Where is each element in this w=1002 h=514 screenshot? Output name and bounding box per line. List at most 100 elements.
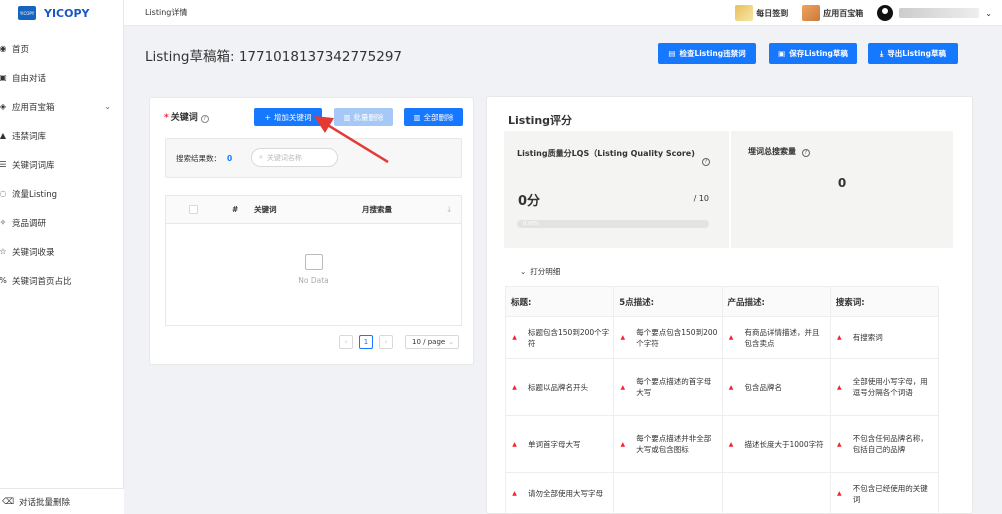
traffic-icon: ◌ [0,189,7,198]
sidebar-item-label: 对话批量删除 [19,497,71,508]
warning-icon: ▲ [836,334,842,341]
column-header-monthly-volume[interactable]: 月搜索量 [362,204,392,215]
add-keyword-button[interactable]: + 增加关键词 [254,108,322,126]
checkin-button[interactable]: 每日签到 [735,5,788,21]
empty-text: No Data [298,276,329,285]
keywords-label: * 关键词? [164,110,209,123]
sidebar: YICOPY YICOPY ◉ 首页 ▣ 自由对话 ◈ 应用百宝箱 ⌄ ▲ 违禁词库 ☰ 关… [0,0,124,514]
search-placeholder: 关键词名称 [266,153,302,162]
sidebar-item-label: 关键词收录 [12,247,55,258]
warning-icon: ▲ [620,334,626,341]
column-header-bullets: 5点描述: [613,286,723,317]
keywords-label-text: 关键词 [170,113,198,123]
table-cell: ▲ 全部使用小写字母，用逗号分隔各个词语 [829,358,940,416]
sidebar-item-banned-words[interactable]: ▲ 违禁词库 [0,121,123,150]
next-page-button[interactable]: › [379,335,393,349]
warning-icon: ▲ [620,440,626,448]
keyword-search-input[interactable]: ⌕ 关键词名称 [251,148,338,167]
sidebar-item-batch-delete[interactable]: ⌫ 对话批量删除 [0,488,124,514]
sidebar-item-label: 应用百宝箱 [12,102,55,113]
export-draft-button[interactable]: ⤓ 导出Listing草稿 [868,43,958,64]
criterion-text: 有搜索词 [852,333,883,342]
save-draft-button[interactable]: ▣ 保存Listing草稿 [769,43,857,64]
search-volume-panel: 埋词总搜索量 ? 0 [731,131,953,248]
toolbox-label: 应用百宝箱 [823,8,864,18]
sidebar-item-keyword-record[interactable]: ☆ 关键词收录 [0,237,123,266]
sidebar-item-traffic-listing[interactable]: ◌ 流量Listing [0,179,123,208]
sort-icon[interactable]: ↓ [446,205,452,214]
sidebar-item-chat[interactable]: ▣ 自由对话 [0,63,123,92]
calendar-icon [735,5,754,21]
sidebar-item-keyword-library[interactable]: ☰ 关键词词库 [0,150,123,179]
page-number[interactable]: 1 [359,335,373,349]
page-size-select[interactable]: 10 / page ⌄ [405,335,459,349]
table-header-row: 标题: 5点描述: 产品描述: 搜索词: [504,286,940,317]
table-cell: ▲ 描述长度大于1000字符 [721,415,831,473]
research-icon: ✧ [0,218,7,227]
column-header-title: 标题: [504,286,615,317]
criterion-text: 请勿全部使用大写字母 [528,489,603,498]
criterion-text: 全部使用小写字母，用逗号分隔各个词语 [852,377,928,397]
prev-page-button[interactable]: ‹ [339,335,353,349]
table-cell [721,472,831,513]
warning-icon: ▲ [512,440,517,448]
sidebar-item-home[interactable]: ◉ 首页 [0,34,123,63]
chevron-down-icon: ⌄ [104,102,111,111]
logo-mark: YICOPY [18,6,36,20]
lqs-panel: Listing质量分LQS（Listing Quality Score) ? 0… [504,131,729,248]
sidebar-item-competitor[interactable]: ✧ 竞品调研 [0,208,123,237]
column-header-keyword[interactable]: 关键词 [254,204,277,215]
warning-icon: ▲ [836,490,842,497]
button-label: 全部删除 [423,112,454,122]
delete-all-button[interactable]: ▥ 全部删除 [404,108,463,126]
chevron-down-icon: ⌄ [520,267,527,276]
page-title: Listing草稿箱: 1771018137342775297 [145,49,403,65]
apps-icon: ◈ [0,102,7,111]
chat-icon: ▣ [0,73,7,82]
criterion-text: 描述长度大于1000字符 [744,439,824,449]
brand-name: YICOPY [44,6,90,20]
batch-delete-button[interactable]: ▥ 批量删除 [334,108,393,126]
criterion-text: 不包含已经使用的关键词 [852,483,928,504]
help-icon[interactable]: ? [702,158,710,166]
avatar[interactable] [877,5,894,21]
criterion-text: 每个要点描述的首字母大写 [636,377,712,397]
warning-icon: ▲ [836,383,842,391]
check-banned-words-button[interactable]: ▤ 检查Listing违禁词 [658,43,756,64]
sidebar-item-toolbox[interactable]: ◈ 应用百宝箱 ⌄ [0,92,123,121]
select-all-checkbox[interactable] [189,205,198,214]
search-volume-title-text: 埋词总搜索量 [748,147,796,156]
warning-icon: ▲ [512,490,517,497]
toggle-label: 打分明细 [530,267,561,276]
lqs-value: 0分 [518,194,541,209]
search-icon: ⌕ [259,153,263,161]
table-cell: ▲ 单词首字母大写 [504,415,615,473]
button-label: 保存Listing草稿 [789,49,848,58]
criterion-text: 有商品详情描述，并且包含卖点 [744,327,820,348]
chevron-down-icon: ⌄ [448,338,455,346]
sidebar-item-keyword-share[interactable]: % 关键词首页占比 [0,266,123,295]
keyword-search-panel: 搜索结果数： 0 ⌕ 关键词名称 [165,138,462,178]
table-row: ▲ 标题包含150到200个字符 ▲ 每个要点包含150到200个字符 ▲ 有商品详情… [504,316,940,359]
warning-icon: ▲ [836,440,842,448]
user-name-redacted[interactable] [899,8,980,18]
column-header-index: # [232,205,239,214]
criterion-text: 标题包含150到200个字符 [528,327,610,348]
keywords-table: # 关键词 月搜索量 ↓ No Data [165,195,462,326]
warning-icon: ▲ [512,334,517,341]
sidebar-item-label: 关键词首页占比 [12,276,72,287]
toolbox-button[interactable]: 应用百宝箱 [802,5,863,21]
lqs-title: Listing质量分LQS（Listing Quality Score) ? [517,146,710,166]
table-cell: ▲ 标题包含150到200个字符 [504,316,615,359]
help-icon[interactable]: ? [801,149,810,157]
chevron-down-icon[interactable]: ⌄ [985,9,992,18]
score-detail-toggle[interactable]: ⌄ 打分明细 [520,266,560,277]
help-icon[interactable]: ? [200,115,209,123]
empty-state: No Data [166,254,461,285]
logo[interactable]: YICOPY YICOPY [0,0,123,26]
button-label: 导出Listing草稿 [887,49,946,58]
sidebar-item-label: 流量Listing [12,189,58,200]
result-label: 搜索结果数： [176,154,221,163]
criterion-text: 不包含任何品牌名称，包括自己的品牌 [852,434,928,454]
criterion-text: 每个要点描述并非全部大写或包含图标 [636,434,712,454]
